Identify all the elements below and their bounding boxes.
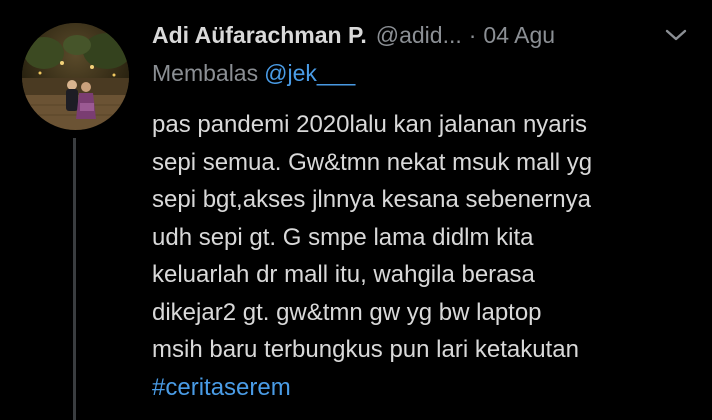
chevron-down-icon[interactable] bbox=[664, 26, 688, 44]
thread-line bbox=[73, 138, 76, 420]
tweet-body-line: keluarlah dr mall itu, wahgila berasa bbox=[152, 261, 535, 288]
reply-prefix: Membalas bbox=[152, 60, 259, 86]
tweet-body-line: sepi semua. Gw&tmn nekat msuk mall yg bbox=[152, 148, 593, 176]
tweet-header: Adi Aüfarachman P. @adid... · 04 Agu bbox=[152, 18, 555, 52]
hashtag-link[interactable]: #ceritaserem bbox=[152, 369, 697, 407]
avatar[interactable] bbox=[22, 23, 129, 130]
user-handle[interactable]: @adid... bbox=[376, 22, 462, 49]
tweet-body-line: dikejar2 gt. gw&tmn gw yg bw laptop bbox=[152, 298, 542, 326]
tweet-body-line: udh sepi gt. G smpe lama didlm kita bbox=[152, 223, 534, 251]
tweet-body: pas pandemi 2020lalu kan jalanan nyaris … bbox=[152, 106, 697, 406]
display-name[interactable]: Adi Aüfarachman P. bbox=[152, 22, 367, 49]
tweet-body-line: sepi bgt,akses jlnnya kesana sebenernya bbox=[152, 186, 591, 213]
separator-dot: · bbox=[468, 21, 477, 48]
reply-mention-link[interactable]: @jek___ bbox=[264, 60, 355, 86]
tweet-date[interactable]: 04 Agu bbox=[483, 22, 555, 49]
tweet[interactable]: Adi Aüfarachman P. @adid... · 04 Agu Mem… bbox=[0, 0, 712, 420]
tweet-body-line: msih baru terbungkus pun lari ketakutan bbox=[152, 336, 579, 363]
reply-context: Membalas @jek___ bbox=[152, 60, 355, 87]
avatar-photo bbox=[22, 23, 129, 130]
tweet-body-line: pas pandemi 2020lalu kan jalanan nyaris bbox=[152, 111, 587, 138]
